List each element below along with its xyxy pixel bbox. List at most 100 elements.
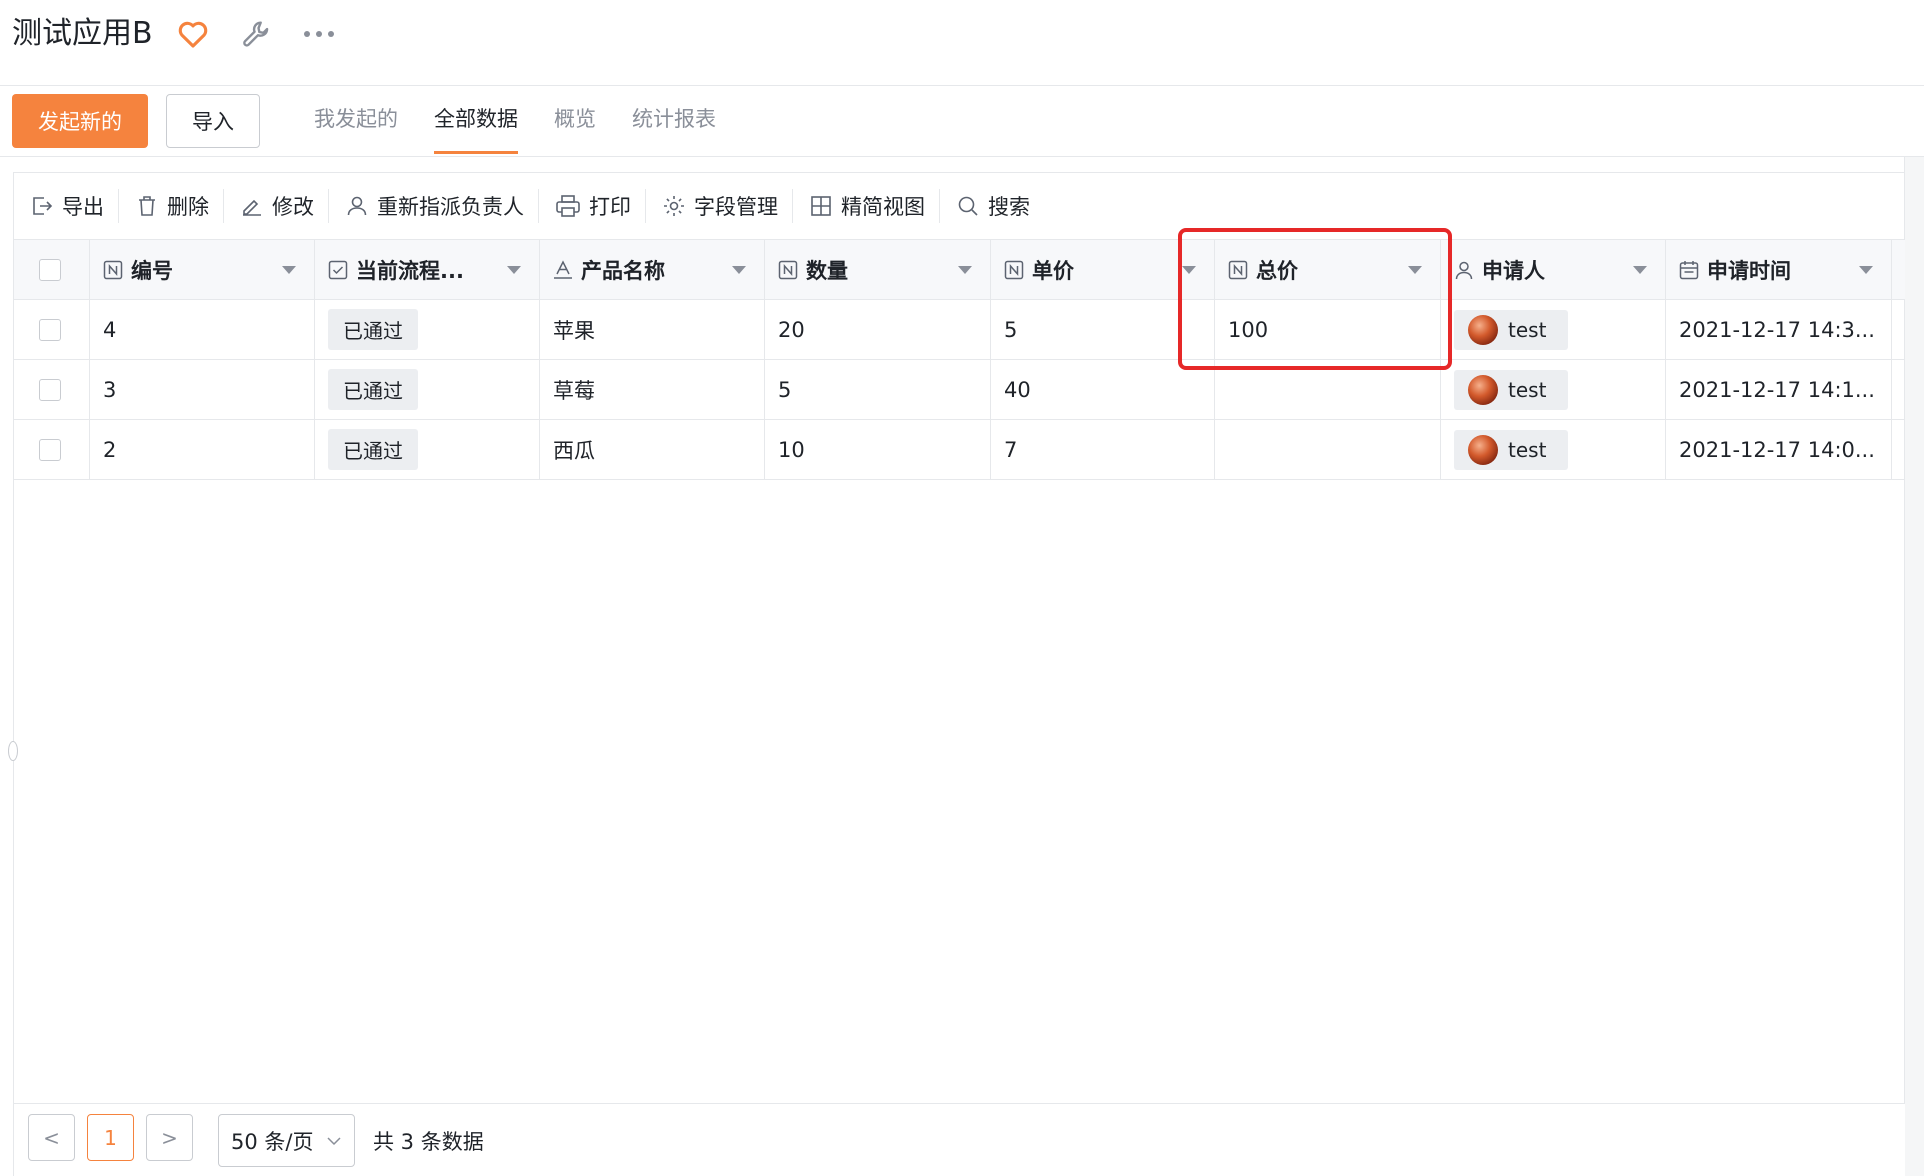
cell-overflow [1892,420,1905,479]
edit-button[interactable]: 修改 [224,173,328,239]
wrench-icon[interactable] [240,17,272,51]
data-table: 编号 当前流程... 产品名称 数量 单价 总价 申请人 申请时间 4 已通过 … [14,239,1905,480]
compact-view-label: 精简视图 [841,195,925,219]
search-button[interactable]: 搜索 [940,173,1044,239]
table-row[interactable]: 3 已通过 草莓 5 40 test 2021-12-17 14:1... [14,360,1905,420]
cell-id[interactable]: 4 [90,300,315,359]
column-menu-caret-icon[interactable] [1633,266,1647,274]
user-tag: test [1454,429,1569,470]
cell-total[interactable]: 100 [1215,300,1441,359]
column-menu-caret-icon[interactable] [1182,266,1196,274]
column-menu-caret-icon[interactable] [1859,266,1873,274]
tab-reports[interactable]: 统计报表 [632,104,716,134]
avatar [1468,374,1498,405]
cell-id[interactable]: 2 [90,420,315,479]
page-size-select[interactable]: 50 条/页 [218,1114,355,1167]
cell-total[interactable] [1215,420,1441,479]
cell-unit-price[interactable]: 5 [991,300,1215,359]
heart-icon[interactable] [176,17,210,51]
cell-status[interactable]: 已通过 [315,360,540,419]
column-header-quantity[interactable]: 数量 [765,240,991,299]
column-header-unit-price[interactable]: 单价 [991,240,1215,299]
field-management-button[interactable]: 字段管理 [646,173,792,239]
cell-quantity[interactable]: 20 [765,300,991,359]
row-checkbox[interactable] [39,378,61,401]
tab-my-submissions[interactable]: 我发起的 [314,104,398,134]
cell-time[interactable]: 2021-12-17 14:0... [1666,420,1892,479]
column-menu-caret-icon[interactable] [282,266,296,274]
column-header-label: 总价 [1256,258,1298,283]
column-header-product[interactable]: 产品名称 [540,240,765,299]
tab-bar: 发起新的 导入 我发起的 全部数据 概览 统计报表 [0,87,1924,157]
column-menu-caret-icon[interactable] [958,266,972,274]
column-header-total[interactable]: 总价 [1215,240,1441,299]
select-all-cell [14,240,90,299]
column-menu-caret-icon[interactable] [1408,266,1422,274]
applicant-name: test [1508,317,1547,342]
cell-time[interactable]: 2021-12-17 14:3... [1666,300,1892,359]
cell-unit-price[interactable]: 40 [991,360,1215,419]
pagination: < 1 > 50 条/页 共 3 条数据 [14,1103,1905,1176]
cell-status[interactable]: 已通过 [315,300,540,359]
tab-all-data[interactable]: 全部数据 [434,104,518,134]
panel-collapse-handle[interactable] [8,741,18,761]
cell-quantity[interactable]: 5 [765,360,991,419]
cell-quantity[interactable]: 10 [765,420,991,479]
create-new-button[interactable]: 发起新的 [12,94,148,148]
cell-time[interactable]: 2021-12-17 14:1... [1666,360,1892,419]
column-header-id[interactable]: 编号 [90,240,315,299]
column-menu-caret-icon[interactable] [732,266,746,274]
cell-overflow [1892,300,1905,359]
column-header-label: 当前流程... [356,258,464,283]
column-header-label: 单价 [1032,258,1074,283]
right-gutter [1904,157,1924,1176]
cell-product[interactable]: 西瓜 [540,420,765,479]
table-row[interactable]: 4 已通过 苹果 20 5 100 test 2021-12-17 14:3..… [14,300,1905,360]
status-badge: 已通过 [328,429,418,470]
cell-applicant[interactable]: test [1441,420,1666,479]
import-button[interactable]: 导入 [166,94,260,148]
delete-label: 删除 [167,195,209,219]
next-page-button[interactable]: > [146,1114,193,1161]
select-all-checkbox[interactable] [39,258,61,281]
table-row[interactable]: 2 已通过 西瓜 10 7 test 2021-12-17 14:0... [14,420,1905,480]
data-panel: 导出 删除 修改 重新指派负责人 打印 字段管理 精简视图 搜索 编号 当前流程… [8,172,1905,1176]
more-icon[interactable] [302,24,336,44]
column-header-overflow [1892,240,1905,299]
row-checkbox[interactable] [39,438,61,461]
reassign-button[interactable]: 重新指派负责人 [329,173,538,239]
cell-product[interactable]: 苹果 [540,300,765,359]
avatar [1468,434,1498,465]
page-1-button[interactable]: 1 [87,1114,134,1161]
cell-status[interactable]: 已通过 [315,420,540,479]
table-header-row: 编号 当前流程... 产品名称 数量 单价 总价 申请人 申请时间 [14,239,1905,300]
status-badge: 已通过 [328,309,418,350]
column-header-status[interactable]: 当前流程... [315,240,540,299]
applicant-name: test [1508,437,1547,462]
cell-applicant[interactable]: test [1441,360,1666,419]
page-size-value: 50 条/页 [231,1129,314,1154]
cell-unit-price[interactable]: 7 [991,420,1215,479]
edit-icon [243,199,261,216]
compact-view-button[interactable]: 精简视图 [793,173,939,239]
edit-label: 修改 [272,195,314,219]
tab-overview[interactable]: 概览 [554,104,596,134]
prev-page-button[interactable]: < [28,1114,75,1161]
row-checkbox[interactable] [39,318,61,341]
column-header-applicant[interactable]: 申请人 [1441,240,1666,299]
column-header-label: 申请时间 [1707,258,1791,283]
text-field-icon [554,259,572,279]
cell-total[interactable] [1215,360,1441,419]
user-tag: test [1454,369,1569,410]
trash-icon [139,196,155,216]
cell-id[interactable]: 3 [90,360,315,419]
export-button[interactable]: 导出 [14,173,118,239]
column-header-time[interactable]: 申请时间 [1666,240,1892,299]
cell-applicant[interactable]: test [1441,300,1666,359]
table-toolbar: 导出 删除 修改 重新指派负责人 打印 字段管理 精简视图 搜索 [14,173,1905,239]
delete-button[interactable]: 删除 [119,173,223,239]
column-menu-caret-icon[interactable] [507,266,521,274]
print-button[interactable]: 打印 [539,173,645,239]
cell-product[interactable]: 草莓 [540,360,765,419]
cell-overflow [1892,360,1905,419]
